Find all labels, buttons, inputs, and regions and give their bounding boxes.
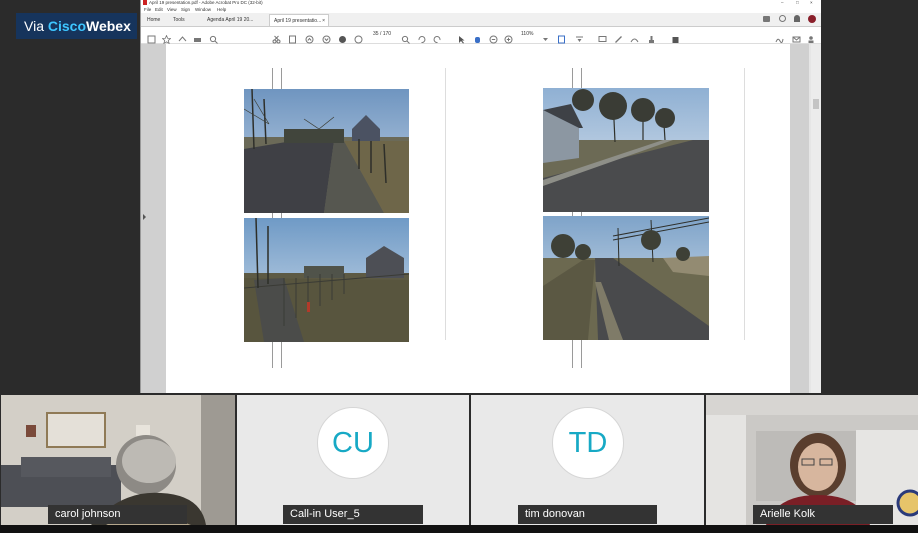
help-icon[interactable]	[779, 15, 786, 22]
badge-brand-webex: Webex	[86, 18, 131, 34]
participant-name-carol: carol johnson	[48, 505, 187, 524]
webex-badge: Via CiscoWebex	[16, 13, 137, 39]
chat-icon[interactable]	[763, 16, 770, 22]
tab-home[interactable]: Home	[143, 14, 164, 26]
participant-avatar-td: TD	[552, 407, 624, 479]
mail-icon[interactable]	[792, 31, 801, 43]
toolbar: 35 / 170 110%	[141, 27, 821, 45]
badge-brand-cisco: Cisco	[47, 18, 86, 34]
page-view-icon[interactable]	[288, 31, 297, 44]
next-page-icon[interactable]	[322, 31, 331, 44]
rotate-right-icon[interactable]	[433, 31, 442, 44]
page-display-icon[interactable]	[557, 31, 566, 44]
menu-help[interactable]: Help	[217, 7, 226, 12]
sign-icon[interactable]	[775, 31, 784, 44]
participant-name-callin: Call-in User_5	[283, 505, 423, 524]
draw-icon[interactable]	[630, 31, 639, 43]
zoom-in-circle-icon[interactable]	[504, 31, 513, 44]
left-panel-toggle-icon[interactable]	[143, 214, 146, 220]
select-cursor-icon[interactable]	[457, 31, 466, 44]
window-title: April 19 presentation.pdf - Adobe Acroba…	[149, 0, 263, 5]
comment-icon[interactable]	[598, 31, 607, 42]
close-icon[interactable]: ×	[810, 0, 813, 5]
maximize-icon[interactable]: □	[796, 0, 799, 5]
hand-tool-icon[interactable]	[473, 31, 482, 43]
create-icon[interactable]	[147, 31, 156, 44]
tab-close-icon[interactable]: ×	[322, 15, 325, 27]
share-icon[interactable]	[671, 31, 680, 43]
hand-cursor-icon[interactable]	[338, 31, 347, 43]
page-divider	[744, 68, 745, 340]
bookmark-star-icon[interactable]	[161, 31, 172, 45]
zoom-out-circle-icon[interactable]	[489, 31, 498, 44]
participant-name-arielle: Arielle Kolk	[753, 505, 893, 524]
street-photo-4	[543, 216, 709, 340]
previous-page-icon[interactable]	[305, 31, 314, 44]
add-user-icon[interactable]	[807, 31, 816, 43]
menu-view[interactable]: View	[167, 7, 177, 12]
menu-edit[interactable]: Edit	[155, 7, 163, 12]
tab-bar: Home Tools Agenda April 19 20... April 1…	[141, 13, 821, 27]
vertical-scrollbar[interactable]	[811, 44, 821, 393]
zoom-level[interactable]: 110%	[521, 31, 533, 37]
menu-bar: File Edit View Sign Window Help	[141, 6, 821, 13]
print-icon[interactable]	[193, 31, 202, 42]
participant-name-tim: tim donovan	[518, 505, 657, 524]
acrobat-icon	[143, 0, 147, 5]
zoom-out-icon[interactable]	[401, 31, 410, 44]
page-indicator[interactable]: 35 / 170	[373, 31, 391, 37]
scissors-icon[interactable]	[272, 31, 281, 44]
rotate-left-icon[interactable]	[417, 31, 426, 44]
street-photo-3	[244, 218, 409, 342]
upload-icon[interactable]	[178, 31, 187, 42]
clock-icon[interactable]	[354, 31, 363, 44]
tab-presentation-label: April 19 presentatio...	[274, 18, 322, 24]
minimize-icon[interactable]: –	[781, 0, 784, 5]
menu-window[interactable]: Window	[195, 7, 211, 12]
zoom-dropdown-icon[interactable]	[541, 31, 550, 41]
tab-tools[interactable]: Tools	[169, 14, 189, 26]
participant-tile-callin[interactable]: CU Call-in User_5	[237, 395, 469, 525]
participant-avatar-cu: CU	[317, 407, 389, 479]
highlight-pen-icon[interactable]	[614, 31, 623, 43]
menu-sign[interactable]: Sign	[181, 7, 190, 12]
tab-agenda[interactable]: Agenda April 19 20...	[203, 14, 257, 26]
menu-file[interactable]: File	[144, 7, 151, 12]
document-area	[141, 44, 818, 393]
page-divider	[445, 68, 446, 340]
shared-screen-window: April 19 presentation.pdf - Adobe Acroba…	[140, 0, 821, 393]
account-avatar-icon[interactable]	[808, 15, 816, 23]
participant-tile-tim[interactable]: TD tim donovan	[471, 395, 704, 525]
scroll-mode-icon[interactable]	[575, 31, 584, 42]
bottom-strip	[0, 525, 918, 533]
stamp-icon[interactable]	[647, 31, 656, 43]
participant-tile-carol[interactable]: carol johnson	[1, 395, 235, 525]
scrollbar-thumb[interactable]	[813, 99, 819, 109]
badge-via: Via	[24, 18, 48, 34]
bell-icon[interactable]	[794, 15, 800, 22]
zoom-search-icon[interactable]	[209, 31, 218, 44]
street-photo-2	[543, 88, 709, 212]
pdf-page	[166, 44, 790, 393]
tab-presentation[interactable]: April 19 presentatio... ×	[269, 14, 329, 26]
street-photo-1	[244, 89, 409, 213]
participant-tile-arielle[interactable]: Arielle Kolk	[706, 395, 918, 525]
